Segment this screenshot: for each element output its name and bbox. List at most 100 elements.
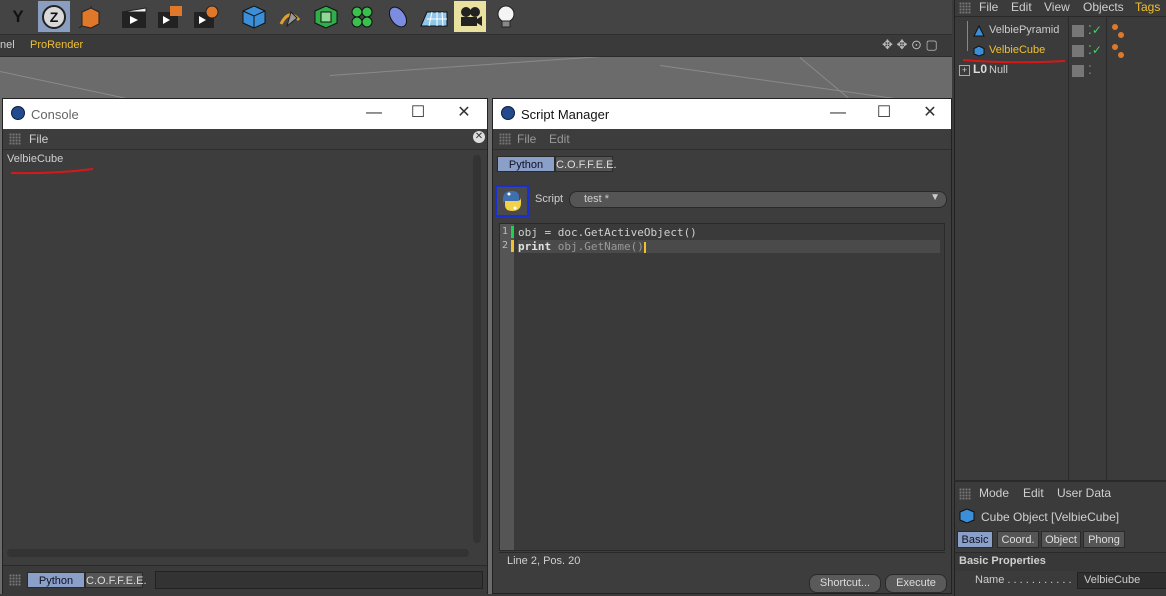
attribute-manager-menubar: Mode Edit User Data	[955, 484, 1166, 502]
grip-handle[interactable]	[9, 133, 21, 145]
console-input-bar: Python C.O.F.F.E.E.	[3, 565, 487, 594]
shortcut-button[interactable]: Shortcut...	[809, 574, 881, 593]
script-file-menu[interactable]: File	[517, 132, 536, 146]
y-axis-button[interactable]: Y	[2, 1, 34, 32]
column-divider	[1068, 17, 1069, 480]
console-tab-coffee[interactable]: C.O.F.F.E.E.	[85, 572, 147, 588]
minimize-button[interactable]: —	[363, 103, 385, 123]
script-tab-coffee[interactable]: C.O.F.F.E.E.	[555, 156, 617, 172]
grip-handle[interactable]	[959, 488, 971, 500]
modified-line-marker	[511, 240, 514, 252]
console-vertical-scrollbar[interactable]	[473, 155, 481, 543]
am-edit-menu[interactable]: Edit	[1023, 486, 1044, 500]
enabled-checkmark-icon[interactable]: ⁚✓	[1088, 23, 1102, 37]
tab-phong[interactable]: Phong	[1083, 531, 1125, 548]
console-titlebar[interactable]: Console — ☐ ✕	[3, 99, 487, 129]
script-manager-menubar: File Edit	[493, 129, 951, 150]
floor-environment-button[interactable]	[418, 1, 450, 32]
pen-spline-button[interactable]	[274, 1, 306, 32]
om-objects-menu[interactable]: Objects	[1083, 0, 1124, 14]
world-coordinates-icon	[78, 5, 100, 29]
tab-coord[interactable]: Coord.	[997, 531, 1039, 548]
mograph-cloner-button[interactable]	[346, 1, 378, 32]
null-object-icon: L0	[973, 62, 988, 76]
python-logo-icon[interactable]	[495, 185, 529, 217]
render-view-button[interactable]	[118, 1, 150, 32]
script-select[interactable]: test * ▼	[569, 191, 947, 208]
tab-basic[interactable]: Basic	[957, 531, 993, 548]
phong-tag-icon[interactable]	[1111, 43, 1125, 59]
om-edit-menu[interactable]: Edit	[1011, 0, 1032, 14]
world-coordinates-button[interactable]	[74, 1, 106, 32]
script-select-value: test *	[584, 193, 610, 205]
close-panel-icon[interactable]: ✕	[473, 131, 485, 143]
phong-tag-icon[interactable]	[1111, 23, 1125, 39]
script-label: Script	[535, 193, 564, 205]
console-horizontal-scrollbar[interactable]	[7, 549, 469, 557]
script-manager-title: Script Manager	[521, 107, 610, 122]
om-file-menu[interactable]: File	[979, 0, 998, 14]
grip-handle[interactable]	[959, 2, 971, 14]
z-axis-button[interactable]: Z	[38, 1, 70, 32]
cube-icon	[973, 45, 985, 57]
camera-button[interactable]	[454, 1, 486, 32]
code-line-1: obj = doc.GetActiveObject()	[518, 226, 697, 239]
viewport-menu-strip: nel ProRender ✥ ✥ ⊙ ▢	[0, 36, 952, 57]
layer-icon[interactable]	[1072, 25, 1084, 37]
am-mode-menu[interactable]: Mode	[979, 486, 1009, 500]
script-edit-menu[interactable]: Edit	[549, 132, 570, 146]
object-row-null[interactable]: + L0 Null ⁚	[955, 61, 1166, 81]
main-toolbar: Y Z	[0, 0, 952, 35]
cube-primitive-button[interactable]	[238, 1, 270, 32]
visibility-dots-icon[interactable]: ⁚	[1088, 63, 1092, 77]
am-user-data-menu[interactable]: User Data	[1057, 486, 1111, 500]
execute-button[interactable]: Execute	[885, 574, 947, 593]
subdivision-surface-button[interactable]	[310, 1, 342, 32]
maximize-button[interactable]: ☐	[407, 103, 429, 123]
z-axis-icon: Z	[42, 4, 66, 29]
saved-line-marker	[511, 226, 514, 238]
deformer-button[interactable]	[382, 1, 414, 32]
grid-line	[329, 57, 630, 76]
pyramid-icon	[973, 25, 985, 37]
minimize-button[interactable]: —	[827, 103, 849, 123]
tab-object[interactable]: Object	[1041, 531, 1081, 548]
maximize-button[interactable]: ☐	[873, 103, 895, 123]
object-manager-menubar: File Edit View Objects Tags	[955, 0, 1166, 17]
object-name: Null	[989, 64, 1008, 76]
close-button[interactable]: ✕	[453, 103, 475, 123]
console-output: VelbieCube	[5, 151, 471, 559]
code-editor[interactable]: 1 2 obj = doc.GetActiveObject() print ob…	[499, 223, 945, 551]
light-button[interactable]	[490, 1, 522, 32]
render-picture-viewer-button[interactable]	[154, 1, 186, 32]
prorender-menu[interactable]: ProRender	[30, 39, 83, 51]
render-settings-button[interactable]	[190, 1, 222, 32]
object-row-velbiepyramid[interactable]: VelbiePyramid ⁚✓	[955, 21, 1166, 51]
line-number: 1	[502, 226, 509, 237]
name-input[interactable]: VelbieCube	[1077, 572, 1166, 589]
close-button[interactable]: ✕	[919, 103, 941, 123]
cube-icon	[242, 4, 266, 29]
viewport-nav-icons[interactable]: ✥ ✥ ⊙ ▢	[882, 37, 938, 53]
script-manager-titlebar[interactable]: Script Manager — ☐ ✕	[493, 99, 951, 129]
enabled-checkmark-icon[interactable]: ⁚✓	[1088, 43, 1102, 57]
object-manager: File Edit View Objects Tags VelbiePyrami…	[954, 0, 1166, 480]
grip-handle[interactable]	[9, 574, 21, 586]
render-settings-icon	[194, 5, 219, 28]
render-picture-viewer-icon	[158, 5, 182, 28]
console-command-input[interactable]	[155, 571, 483, 589]
status-bar: Line 2, Pos. 20	[499, 552, 945, 569]
column-divider	[1106, 17, 1107, 480]
om-tags-menu[interactable]: Tags	[1135, 0, 1160, 14]
layer-icon[interactable]	[1072, 45, 1084, 57]
grip-handle[interactable]	[499, 133, 511, 145]
script-tab-python[interactable]: Python	[497, 156, 555, 172]
expand-toggle-icon[interactable]: +	[959, 65, 970, 76]
light-bulb-icon	[497, 5, 515, 27]
console-tab-python[interactable]: Python	[27, 572, 85, 588]
console-file-menu[interactable]: File	[29, 132, 48, 146]
layer-icon[interactable]	[1072, 65, 1084, 77]
panel-menu[interactable]: nel	[0, 39, 15, 51]
om-view-menu[interactable]: View	[1044, 0, 1070, 14]
console-output-line: VelbieCube	[7, 153, 64, 165]
